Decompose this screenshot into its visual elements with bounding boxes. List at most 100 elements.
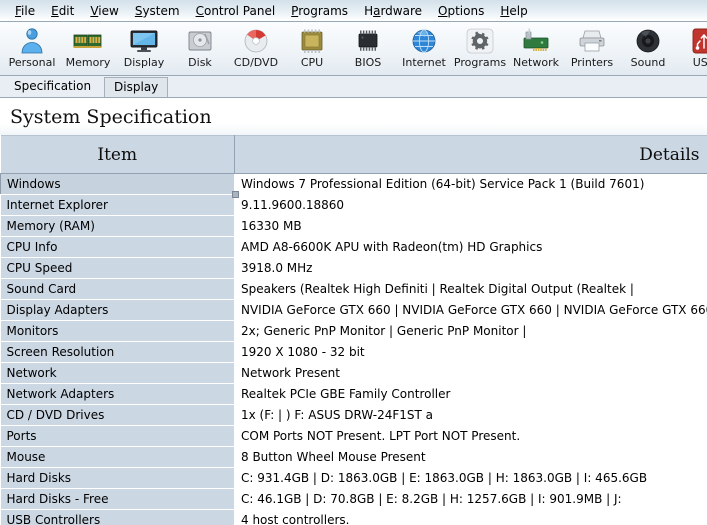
row-detail-value: NVIDIA GeForce GTX 660 | NVIDIA GeForce … (234, 299, 707, 321)
tab-display[interactable]: Display (104, 77, 169, 97)
bios-chip-icon (351, 26, 385, 56)
tab-strip: Specification Display (0, 76, 707, 98)
toolbar-button-usb[interactable]: USB (676, 24, 707, 74)
toolbar: Personal Memory Display Disk CD/DVD CPU BIOS In… (0, 22, 707, 76)
toolbar-button-label: Programs (453, 56, 507, 69)
toolbar-button-label: Internet (402, 56, 446, 69)
table-header-row: Item Details (0, 135, 707, 174)
table-row[interactable]: Monitors 2x; Generic PnP Monitor | Generi… (0, 320, 707, 342)
table-row[interactable]: CPU Speed 3918.0 MHz (0, 257, 707, 279)
usb-icon (687, 26, 707, 56)
toolbar-button-printers[interactable]: Printers (564, 24, 620, 74)
row-item-label: CD / DVD Drives (0, 404, 235, 426)
table-row[interactable]: USB Controllers 4 host controllers. (0, 509, 707, 525)
toolbar-button-label: Memory (65, 56, 111, 69)
row-item-label: Display Adapters (0, 299, 235, 321)
table-row[interactable]: Hard Disks C: 931.4GB | D: 1863.0GB | E: … (0, 467, 707, 489)
toolbar-button-cd-dvd[interactable]: CD/DVD (228, 24, 284, 74)
row-detail-value: 1920 X 1080 - 32 bit (234, 341, 707, 363)
row-item-label: CPU Speed (0, 257, 235, 279)
row-item-label: Monitors (0, 320, 235, 342)
row-detail-value: 1x (F: | ) F: ASUS DRW-24F1ST a (234, 404, 707, 426)
toolbar-button-internet[interactable]: Internet (396, 24, 452, 74)
toolbar-button-label: Sound (630, 56, 666, 69)
table-row[interactable]: Display Adapters NVIDIA GeForce GTX 660 |… (0, 299, 707, 321)
row-detail-value: 3918.0 MHz (234, 257, 707, 279)
table-row[interactable]: Mouse 8 Button Wheel Mouse Present (0, 446, 707, 468)
table-row[interactable]: Hard Disks - Free C: 46.1GB | D: 70.8GB |… (0, 488, 707, 510)
menu-item-system[interactable]: System (127, 2, 188, 20)
toolbar-button-label: Display (123, 56, 165, 69)
table-row[interactable]: Ports COM Ports NOT Present. LPT Port NOT… (0, 425, 707, 447)
row-item-label: Hard Disks - Free (0, 488, 235, 510)
row-item-label: Network Adapters (0, 383, 235, 405)
menu-item-edit[interactable]: Edit (43, 2, 82, 20)
menu-item-options[interactable]: Options (430, 2, 492, 20)
row-detail-value: 9.11.9600.18860 (234, 194, 707, 216)
person-icon (15, 26, 49, 56)
menu-item-file[interactable]: File (7, 2, 43, 20)
toolbar-button-label: CD/DVD (233, 56, 279, 69)
row-detail-value: C: 931.4GB | D: 1863.0GB | E: 1863.0GB |… (234, 467, 707, 489)
toolbar-button-label: BIOS (354, 56, 382, 69)
menu-item-view[interactable]: View (82, 2, 126, 20)
toolbar-button-personal[interactable]: Personal (4, 24, 60, 74)
table-row[interactable]: Memory (RAM) 16330 MB (0, 215, 707, 237)
table-row[interactable]: Network Network Present (0, 362, 707, 384)
system-specification-table: Item Details Windows Windows 7 Profession… (0, 135, 707, 525)
column-header-item[interactable]: Item (0, 135, 235, 174)
toolbar-button-disk[interactable]: Disk (172, 24, 228, 74)
menu-item-hardware[interactable]: Hardware (356, 2, 430, 20)
row-item-label: Memory (RAM) (0, 215, 235, 237)
row-detail-value: 2x; Generic PnP Monitor | Generic PnP Mo… (234, 320, 707, 342)
menu-bar: File Edit View System Control Panel Programs H… (0, 0, 707, 22)
menu-item-help[interactable]: Help (492, 2, 535, 20)
printer-icon (575, 26, 609, 56)
menu-item-programs[interactable]: Programs (283, 2, 356, 20)
toolbar-button-bios[interactable]: BIOS (340, 24, 396, 74)
toolbar-button-label: Network (513, 56, 559, 69)
table-row[interactable]: Windows Windows 7 Professional Edition (6… (0, 173, 707, 195)
globe-icon (407, 26, 441, 56)
row-detail-value: AMD A8-6600K APU with Radeon(tm) HD Grap… (234, 236, 707, 258)
selection-resize-handle[interactable] (231, 190, 239, 198)
row-item-label: Hard Disks (0, 467, 235, 489)
content-area: System Specification Item Details Window… (0, 98, 707, 525)
row-item-label: USB Controllers (0, 509, 235, 525)
toolbar-button-cpu[interactable]: CPU (284, 24, 340, 74)
toolbar-button-label: CPU (300, 56, 324, 69)
menu-item-control-panel[interactable]: Control Panel (188, 2, 284, 20)
toolbar-button-sound[interactable]: Sound (620, 24, 676, 74)
table-row[interactable]: Network Adapters Realtek PCIe GBE Family … (0, 383, 707, 405)
gear-icon (463, 26, 497, 56)
table-row[interactable]: CD / DVD Drives 1x (F: | ) F: ASUS DRW-24… (0, 404, 707, 426)
cd-icon (239, 26, 273, 56)
memory-icon (71, 26, 105, 56)
row-item-label: CPU Info (0, 236, 235, 258)
toolbar-button-display[interactable]: Display (116, 24, 172, 74)
row-item-label: Network (0, 362, 235, 384)
cpu-icon (295, 26, 329, 56)
table-row[interactable]: CPU Info AMD A8-6600K APU with Radeon(tm)… (0, 236, 707, 258)
row-detail-value: Windows 7 Professional Edition (64-bit) … (234, 173, 707, 195)
row-item-label: Windows (0, 173, 235, 195)
table-body: Windows Windows 7 Professional Edition (6… (0, 173, 707, 525)
tab-specification[interactable]: Specification (4, 76, 101, 97)
harddisk-icon (183, 26, 217, 56)
row-detail-value: 8 Button Wheel Mouse Present (234, 446, 707, 468)
row-item-label: Mouse (0, 446, 235, 468)
table-row[interactable]: Internet Explorer 9.11.9600.18860 (0, 194, 707, 216)
row-item-label: Sound Card (0, 278, 235, 300)
toolbar-button-label: USB (692, 56, 707, 69)
monitor-icon (127, 26, 161, 56)
row-detail-value: C: 46.1GB | D: 70.8GB | E: 8.2GB | H: 12… (234, 488, 707, 510)
column-header-details[interactable]: Details (234, 135, 707, 174)
network-card-icon (519, 26, 553, 56)
table-row[interactable]: Screen Resolution 1920 X 1080 - 32 bit (0, 341, 707, 363)
table-row[interactable]: Sound Card Speakers (Realtek High Definit… (0, 278, 707, 300)
toolbar-button-memory[interactable]: Memory (60, 24, 116, 74)
toolbar-button-programs[interactable]: Programs (452, 24, 508, 74)
row-item-label: Internet Explorer (0, 194, 235, 216)
toolbar-button-network[interactable]: Network (508, 24, 564, 74)
toolbar-button-label: Disk (188, 56, 212, 69)
